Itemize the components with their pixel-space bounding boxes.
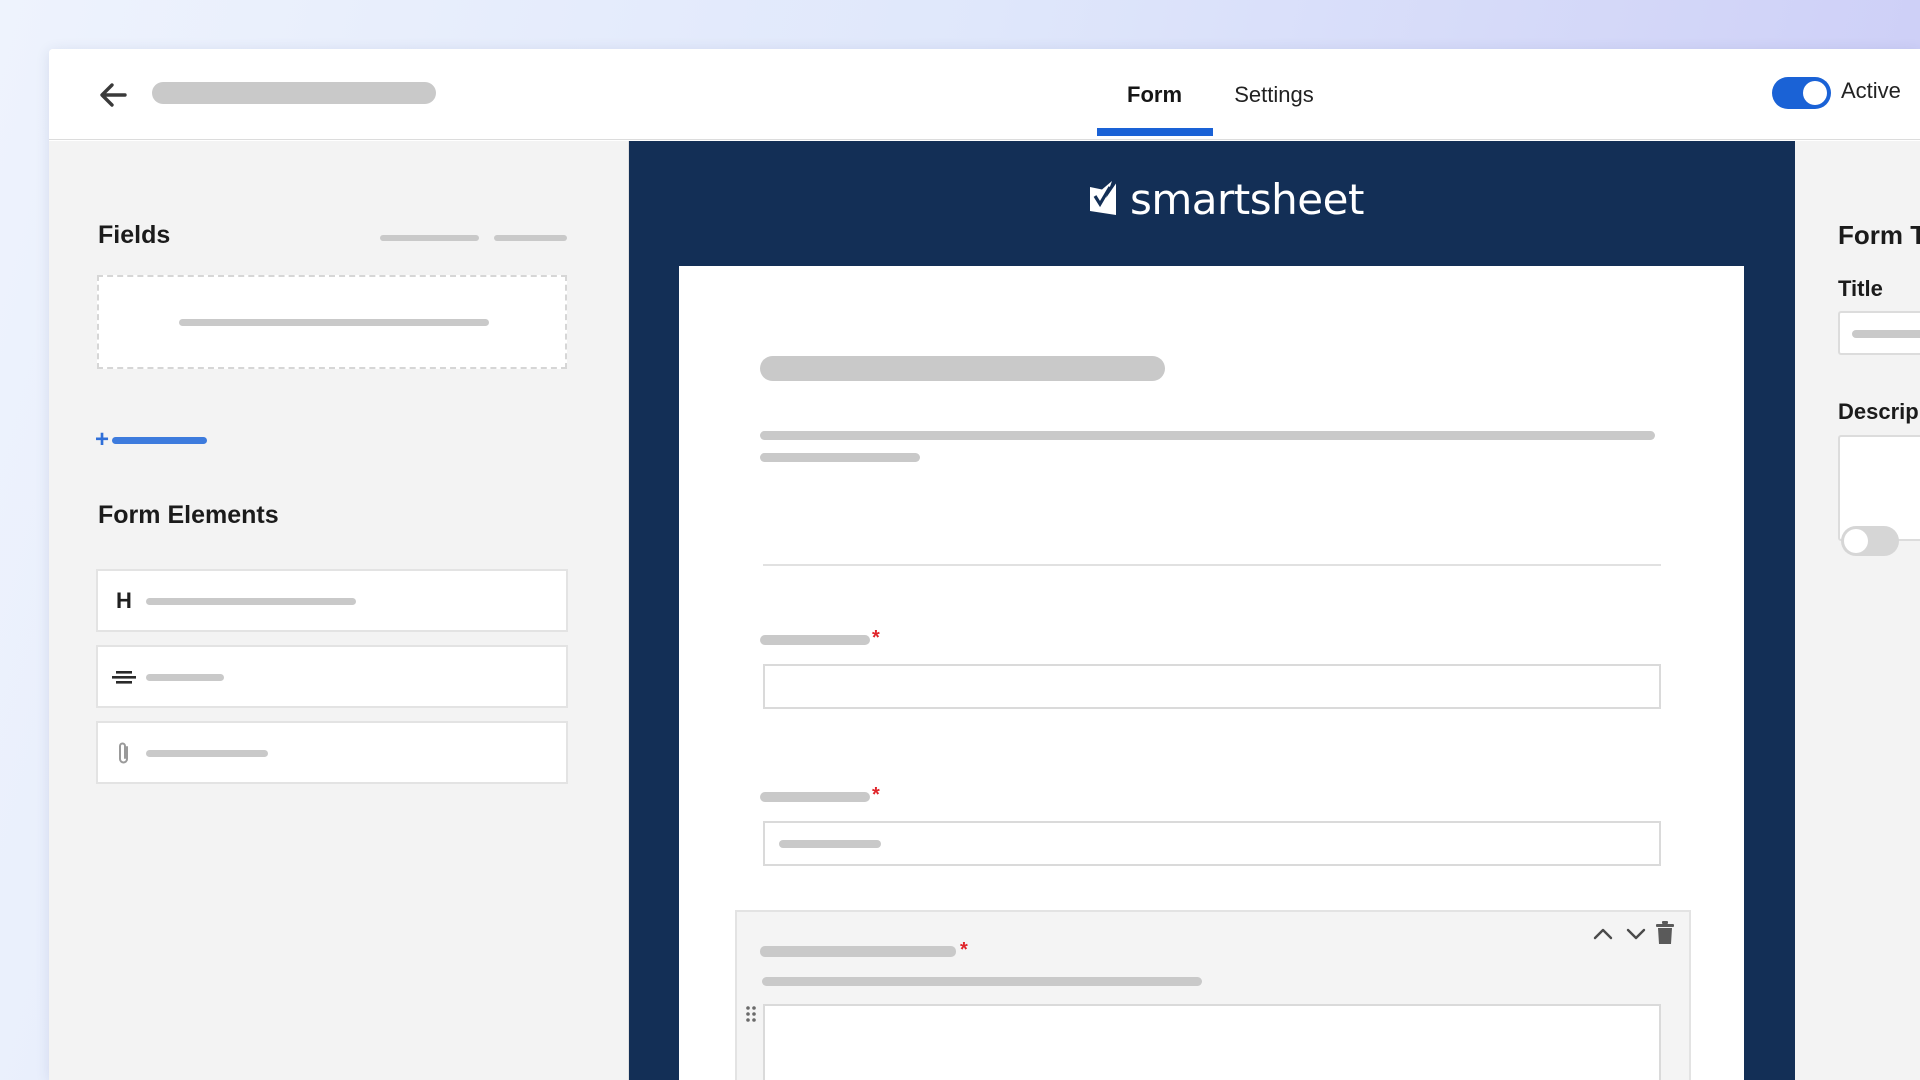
field-textarea[interactable]: [763, 1004, 1661, 1080]
title-input[interactable]: [1838, 311, 1920, 355]
brand-name: smartsheet: [1130, 175, 1364, 224]
tab-settings-label: Settings: [1234, 82, 1314, 108]
element-divider[interactable]: [96, 645, 568, 708]
field-help-placeholder: [762, 977, 1202, 986]
active-tab-indicator: [1097, 128, 1213, 136]
settings-toggle[interactable]: [1841, 526, 1899, 556]
form-title-placeholder: [152, 82, 436, 104]
fields-action-placeholder[interactable]: [494, 235, 567, 241]
form-card: * *: [679, 266, 1744, 1080]
title-value-placeholder: [1852, 330, 1920, 338]
fields-heading: Fields: [98, 221, 170, 250]
form-title-placeholder: [760, 356, 1165, 381]
field-label-placeholder: [760, 635, 870, 645]
required-asterisk: *: [872, 784, 880, 807]
title-label: Title: [1838, 276, 1883, 302]
form-description-placeholder: [760, 453, 920, 462]
toggle-knob: [1803, 81, 1827, 105]
chevron-down-icon[interactable]: [1622, 920, 1650, 948]
field-label-placeholder: [760, 946, 956, 957]
form-description-placeholder: [760, 431, 1655, 440]
heading-glyph: H: [116, 588, 132, 614]
back-button[interactable]: [95, 77, 131, 113]
element-label-placeholder: [146, 598, 356, 605]
smartsheet-logo-icon: [1088, 181, 1118, 217]
toggle-knob: [1844, 529, 1868, 553]
field-input[interactable]: [763, 664, 1661, 709]
plus-icon: +: [95, 429, 109, 451]
left-panel: Fields + Form Elements H: [49, 141, 629, 1080]
element-heading[interactable]: H: [96, 569, 568, 632]
tab-form-label: Form: [1127, 82, 1182, 108]
trash-icon[interactable]: [1651, 918, 1679, 948]
chevron-up-icon[interactable]: [1589, 920, 1617, 948]
form-elements-heading: Form Elements: [98, 501, 279, 530]
arrow-left-icon: [98, 80, 128, 110]
drag-handle-icon[interactable]: [743, 1002, 759, 1026]
required-asterisk: *: [872, 627, 880, 650]
element-label-placeholder: [146, 750, 268, 757]
active-toggle-label: Active: [1841, 78, 1901, 104]
paperclip-icon: [110, 723, 138, 782]
right-panel: Form T Title Descrip: [1795, 141, 1920, 1080]
description-label: Descrip: [1838, 399, 1919, 425]
form-settings-heading: Form T: [1838, 220, 1920, 251]
element-attachment[interactable]: [96, 721, 568, 784]
active-toggle[interactable]: [1772, 77, 1831, 109]
smartsheet-logo: smartsheet: [1088, 175, 1364, 223]
app-window: Form Settings Active Fields + Form Eleme…: [49, 49, 1920, 1080]
add-field-button[interactable]: +: [95, 429, 207, 451]
top-bar: Form Settings Active: [49, 49, 1920, 140]
selected-field-block[interactable]: *: [735, 910, 1691, 1080]
field-input[interactable]: [763, 821, 1661, 866]
divider-icon: [110, 647, 138, 706]
fields-action-placeholder[interactable]: [380, 235, 479, 241]
required-asterisk: *: [960, 939, 968, 962]
tab-form[interactable]: Form: [1097, 49, 1212, 140]
form-divider: [763, 564, 1661, 566]
field-label-placeholder: [760, 792, 870, 802]
input-value-placeholder: [779, 840, 881, 848]
element-label-placeholder: [146, 674, 224, 681]
heading-icon: H: [110, 571, 138, 630]
form-preview-canvas: smartsheet * *: [629, 141, 1795, 1080]
dropzone-text-placeholder: [179, 319, 489, 326]
fields-dropzone[interactable]: [97, 275, 567, 369]
tab-settings[interactable]: Settings: [1214, 49, 1334, 140]
add-field-label-placeholder: [112, 437, 207, 444]
